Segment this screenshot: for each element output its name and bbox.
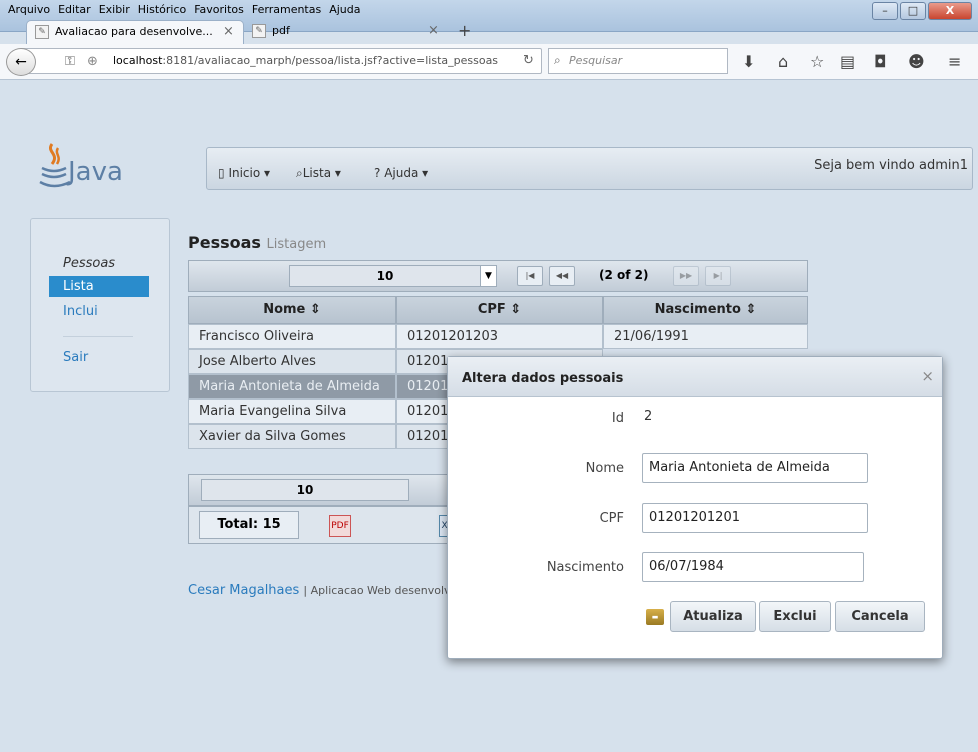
cell-nome: Maria Evangelina Silva (188, 399, 396, 424)
chevron-down-icon[interactable]: ▼ (480, 266, 496, 286)
prev-page-button[interactable]: ◀◀ (549, 266, 575, 286)
search-placeholder: Pesquisar (569, 54, 623, 67)
search-icon: ⌕ (554, 53, 561, 67)
close-window-button[interactable]: X (928, 2, 972, 20)
nascimento-label: Nascimento (546, 560, 624, 575)
page-favicon-icon: ✎ (252, 24, 266, 38)
menu-exibir[interactable]: Exibir (95, 2, 134, 18)
footer-text: | Aplicacao Web desenvolv (303, 584, 450, 597)
tab-close-icon[interactable]: × (223, 21, 234, 43)
new-tab-button[interactable]: + (458, 20, 471, 42)
nascimento-field[interactable]: 06/07/1984 (642, 552, 864, 582)
nome-field[interactable]: Maria Antonieta de Almeida (642, 453, 868, 483)
close-icon[interactable]: × (921, 367, 934, 385)
sidebar-divider (63, 336, 133, 337)
cell-cpf: 01201201203 (396, 324, 603, 349)
menu-editar[interactable]: Editar (54, 2, 95, 18)
nav-inicio[interactable]: ▯ Inicio ▾ (218, 166, 270, 180)
menu-bar: Arquivo Editar Exibir Histórico Favorito… (4, 2, 365, 18)
bookmarks-list-icon[interactable]: ▤ (840, 52, 855, 71)
column-header-cpf[interactable]: CPF ⇕ (396, 296, 603, 324)
address-bar[interactable]: localhost:8181/avaliacao_marph/pessoa/li… (20, 48, 542, 74)
menu-historico[interactable]: Histórico (134, 2, 190, 18)
download-icon[interactable]: ⬇ (742, 52, 755, 71)
cell-nome: Maria Antonieta de Almeida (188, 374, 396, 399)
total-count: Total: 15 (199, 511, 299, 539)
table-row[interactable]: Francisco Oliveira 01201201203 21/06/199… (188, 324, 808, 349)
next-page-button[interactable]: ▶▶ (673, 266, 699, 286)
save-box-icon: ▬ (646, 609, 664, 625)
edit-dialog: Altera dados pessoais × Id 2 Nome Maria … (447, 356, 943, 659)
cancela-button[interactable]: Cancela (835, 601, 925, 632)
search-field[interactable]: ⌕ Pesquisar (548, 48, 728, 74)
dialog-title: Altera dados pessoais (462, 371, 624, 386)
menu-ferramentas[interactable]: Ferramentas (248, 2, 325, 18)
sidebar-item-inclui[interactable]: Inclui (63, 304, 98, 319)
dialog-header: Altera dados pessoais × (448, 357, 942, 397)
page-subtitle: Listagem (266, 237, 327, 252)
exclui-button[interactable]: Exclui (759, 601, 831, 632)
site-identity-icon[interactable]: ⚿ (65, 54, 75, 69)
column-header-nascimento[interactable]: Nascimento ⇕ (603, 296, 808, 324)
atualiza-button[interactable]: Atualiza (670, 601, 756, 632)
navigation-toolbar: localhost:8181/avaliacao_marph/pessoa/li… (0, 44, 978, 80)
rows-per-page-select-bottom[interactable]: 10 (201, 479, 409, 501)
author-link[interactable]: Cesar Magalhaes (188, 583, 299, 598)
hamburger-menu-icon[interactable]: ≡ (948, 52, 961, 71)
tab-avaliacao[interactable]: ✎ Avaliacao para desenvolve... × (26, 20, 244, 44)
export-pdf-icon[interactable]: PDF (329, 515, 351, 537)
tab-title: pdf (272, 24, 290, 37)
nav-ajuda[interactable]: ? Ajuda ▾ (374, 166, 428, 180)
reload-icon[interactable]: ↻ (523, 53, 534, 68)
last-page-button[interactable]: ▶| (705, 266, 731, 286)
sidebar (30, 218, 170, 392)
welcome-text: Seja bem vindo admin1 (814, 158, 968, 173)
cell-nome: Francisco Oliveira (188, 324, 396, 349)
nav-lista[interactable]: ⌕Lista ▾ (296, 166, 341, 181)
chat-icon[interactable]: ☻ (908, 52, 925, 71)
tab-close-icon[interactable]: × (428, 20, 439, 42)
menu-ajuda[interactable]: Ajuda (325, 2, 364, 18)
cpf-field[interactable]: 01201201201 (642, 503, 868, 533)
page-favicon-icon: ✎ (35, 25, 49, 39)
menu-favoritos[interactable]: Favoritos (190, 2, 248, 18)
cell-nome: Xavier da Silva Gomes (188, 424, 396, 449)
window-controls: – □ X (870, 2, 972, 20)
tab-pdf[interactable]: ✎ pdf × (244, 20, 454, 44)
url-text: localhost:8181/avaliacao_marph/pessoa/li… (113, 54, 499, 67)
rows-per-page-select[interactable]: 10 ▼ (289, 265, 497, 287)
nome-label: Nome (585, 461, 624, 476)
sidebar-item-lista[interactable]: Lista (49, 276, 149, 297)
tab-title: Avaliacao para desenvolve... (55, 25, 213, 38)
search-icon: ⌕ (296, 166, 303, 180)
id-value: 2 (644, 409, 653, 424)
column-header-nome[interactable]: Nome ⇕ (188, 296, 396, 324)
pocket-icon[interactable]: ◘ (874, 52, 887, 71)
doc-icon: ▯ (218, 166, 225, 180)
maximize-button[interactable]: □ (900, 2, 926, 20)
page-info: (2 of 2) (599, 268, 649, 282)
cell-nascimento: 21/06/1991 (603, 324, 808, 349)
minimize-button[interactable]: – (872, 2, 898, 20)
page-footer: Cesar Magalhaes | Aplicacao Web desenvol… (188, 583, 450, 598)
logo-text: Java (68, 157, 123, 187)
top-paginator: 10 ▼ |◀ ◀◀ (2 of 2) ▶▶ ▶| (188, 260, 808, 292)
first-page-button[interactable]: |◀ (517, 266, 543, 286)
sidebar-section-title: Pessoas (63, 256, 116, 271)
cpf-label: CPF (599, 511, 624, 526)
sidebar-item-sair[interactable]: Sair (63, 350, 88, 365)
cell-nome: Jose Alberto Alves (188, 349, 396, 374)
id-label: Id (611, 411, 624, 426)
back-button[interactable]: ← (6, 48, 36, 76)
menu-arquivo[interactable]: Arquivo (4, 2, 54, 18)
home-icon[interactable]: ⌂ (778, 52, 788, 71)
help-icon: ? (374, 166, 381, 180)
globe-icon: ⊕ (87, 54, 98, 69)
page-title: Pessoas Listagem (188, 233, 327, 252)
bookmark-star-icon[interactable]: ☆ (810, 52, 824, 71)
